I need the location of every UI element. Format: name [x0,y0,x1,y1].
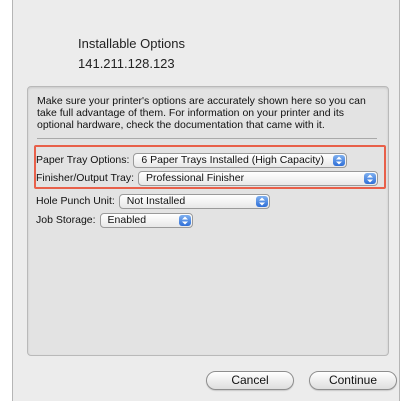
up-down-arrows-icon [333,154,346,166]
sheet-buttons: Cancel Continue [13,371,401,391]
panel-divider [37,138,377,139]
job-storage-label: Job Storage: [36,214,96,226]
printer-address: 141.211.128.123 [78,56,175,71]
cancel-button[interactable]: Cancel [206,371,294,390]
job-storage-value: Enabled [107,213,147,226]
option-row-paper-tray: Paper Tray Options: 6 Paper Trays Instal… [36,151,348,169]
finisher-label: Finisher/Output Tray: [36,172,135,184]
option-row-finisher: Finisher/Output Tray: Professional Finis… [36,169,379,187]
sheet-title: Installable Options [78,36,185,51]
finisher-popup[interactable]: Professional Finisher [138,170,379,186]
paper-tray-popup[interactable]: 6 Paper Trays Installed (High Capacity) [133,152,348,168]
paper-tray-value: 6 Paper Trays Installed (High Capacity) [141,153,325,166]
option-row-job-storage: Job Storage: Enabled [36,211,193,229]
up-down-arrows-icon [178,214,191,226]
up-down-arrows-icon [255,195,268,207]
options-description: Make sure your printer's options are acc… [37,95,366,131]
continue-button[interactable]: Continue [309,371,397,390]
job-storage-popup[interactable]: Enabled [99,212,193,228]
hole-punch-value: Not Installed [126,194,186,207]
finisher-value: Professional Finisher [146,171,245,184]
installable-options-sheet: Installable Options 141.211.128.123 Make… [12,0,400,401]
options-panel: Make sure your printer's options are acc… [27,86,389,356]
up-down-arrows-icon [364,172,377,184]
paper-tray-label: Paper Tray Options: [36,154,130,166]
hole-punch-popup[interactable]: Not Installed [118,193,270,209]
hole-punch-label: Hole Punch Unit: [36,195,115,207]
option-row-hole-punch: Hole Punch Unit: Not Installed [36,192,270,210]
